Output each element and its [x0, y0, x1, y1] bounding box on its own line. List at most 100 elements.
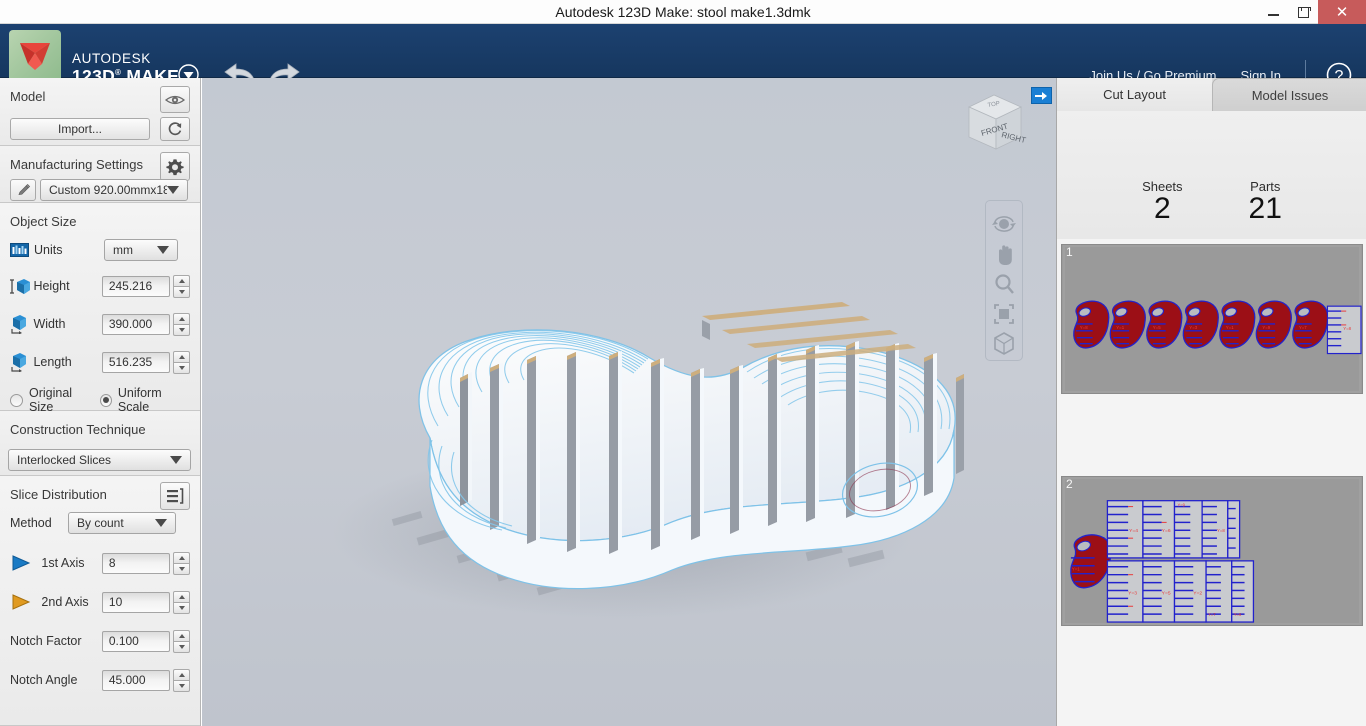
- sheet-2-layout: Y=1 Y=4 Y=6 Y=9 Y=8 Y=3 Y=5 Y=2 Y=7 Y=6: [1063, 477, 1361, 625]
- radio-uniform-scale[interactable]: [99, 393, 112, 407]
- tab-model-issues[interactable]: Model Issues: [1212, 78, 1366, 111]
- manufacturing-settings-button[interactable]: [160, 152, 190, 181]
- notch-factor-decrement[interactable]: [173, 640, 190, 653]
- length-decrement[interactable]: [173, 361, 190, 374]
- construction-technique-value: Interlocked Slices: [17, 453, 112, 467]
- notch-angle-increment[interactable]: [173, 668, 190, 680]
- length-cube-icon: [10, 352, 33, 372]
- height-decrement[interactable]: [173, 285, 190, 298]
- view-cube[interactable]: FRONT RIGHT TOP: [959, 91, 1029, 157]
- units-icon: [10, 243, 34, 257]
- length-label: Length: [33, 355, 72, 369]
- chevron-down-icon: [178, 566, 185, 571]
- close-button[interactable]: ✕: [1318, 0, 1366, 24]
- notch-angle-stepper[interactable]: [173, 668, 190, 692]
- chevron-down-icon: [178, 365, 185, 370]
- svg-text:Y=9: Y=9: [1262, 325, 1270, 330]
- 3d-viewport[interactable]: FRONT RIGHT TOP: [202, 78, 1056, 726]
- pan-hand-icon[interactable]: [991, 240, 1017, 268]
- height-increment[interactable]: [173, 274, 190, 286]
- second-axis-arrow-icon: [10, 594, 33, 610]
- radio-original-size[interactable]: [10, 393, 23, 407]
- maximize-button[interactable]: [1288, 0, 1318, 24]
- chevron-up-icon: [178, 672, 185, 677]
- svg-text:Y=1: Y=1: [1116, 325, 1124, 330]
- chevron-down-icon: [178, 683, 185, 688]
- zoom-magnifier-icon[interactable]: [991, 270, 1017, 298]
- height-stepper[interactable]: [173, 274, 190, 298]
- gear-icon: [166, 158, 184, 175]
- notch-factor-input[interactable]: 0.100: [101, 630, 171, 652]
- length-increment[interactable]: [173, 350, 190, 362]
- manufacturing-settings-section: Manufacturing Settings Custom 920.00mmx1…: [0, 146, 200, 203]
- svg-text:Y=1: Y=1: [1226, 325, 1234, 330]
- model-visibility-button[interactable]: [160, 86, 190, 113]
- notch-angle-decrement[interactable]: [173, 679, 190, 692]
- sheets-stat: Sheets 2: [1142, 179, 1182, 239]
- width-increment[interactable]: [173, 312, 190, 324]
- slice-list-button[interactable]: [160, 482, 190, 510]
- material-size-dropdown[interactable]: Custom 920.00mmx1840.0: [40, 179, 188, 201]
- second-axis-decrement[interactable]: [173, 601, 191, 614]
- svg-text:Y=2: Y=2: [1193, 590, 1202, 596]
- sheet-thumbnail-2[interactable]: 2 Y=1 Y=4 Y=6 Y=9 Y=8 Y=3 Y=5 Y=2 Y=7 Y=…: [1061, 476, 1363, 626]
- tab-cut-layout[interactable]: Cut Layout: [1057, 78, 1212, 111]
- model-refresh-button[interactable]: [160, 117, 190, 141]
- second-axis-increment[interactable]: [173, 590, 191, 602]
- minimize-button[interactable]: [1258, 0, 1288, 24]
- first-axis-input[interactable]: 8: [101, 552, 171, 574]
- svg-text:Y=1: Y=1: [1072, 567, 1080, 572]
- view-cube-icon[interactable]: [991, 330, 1017, 358]
- object-size-section: Object Size Units mm Height 245.216 Widt…: [0, 203, 200, 414]
- chevron-down-icon: [178, 644, 185, 649]
- first-axis-decrement[interactable]: [173, 562, 191, 575]
- pencil-icon: [17, 183, 30, 195]
- construction-technique-dropdown[interactable]: Interlocked Slices: [8, 449, 191, 471]
- second-axis-input[interactable]: 10: [101, 591, 171, 613]
- length-input[interactable]: 516.235: [101, 351, 171, 373]
- height-input[interactable]: 245.216: [101, 275, 171, 297]
- second-axis-stepper[interactable]: [173, 590, 191, 614]
- width-decrement[interactable]: [173, 323, 190, 336]
- object-size-title: Object Size: [10, 214, 77, 229]
- height-label: Height: [33, 279, 70, 293]
- width-stepper[interactable]: [173, 312, 190, 336]
- first-axis-label: 1st Axis: [41, 556, 85, 570]
- orbit-icon[interactable]: [991, 210, 1017, 238]
- first-axis-stepper[interactable]: [173, 551, 191, 575]
- original-size-option[interactable]: Original Size: [10, 386, 100, 414]
- import-button[interactable]: Import...: [10, 118, 150, 140]
- width-input[interactable]: 390.000: [101, 313, 171, 335]
- model-section: Model Import...: [0, 78, 200, 146]
- width-row: Width 390.000: [10, 309, 190, 339]
- svg-text:Y=7: Y=7: [1208, 612, 1216, 617]
- notch-factor-increment[interactable]: [173, 629, 190, 641]
- svg-text:Y=3: Y=3: [1128, 590, 1137, 596]
- app-logo-tile[interactable]: [9, 30, 61, 82]
- method-label: Method: [10, 516, 52, 530]
- fit-to-window-icon[interactable]: [991, 300, 1017, 328]
- units-dropdown[interactable]: mm: [104, 239, 178, 261]
- left-settings-panel: Model Import... Manufacturing Settings C…: [0, 78, 201, 726]
- close-icon: ✕: [1335, 3, 1349, 21]
- expand-panel-button[interactable]: [1031, 87, 1052, 104]
- edit-material-button[interactable]: [10, 179, 36, 201]
- sheet-thumbnail-1[interactable]: 1 Y=8 Y=1 Y=5 Y=3 Y=1 Y=9 Y=7 Y=8: [1061, 244, 1363, 394]
- svg-text:Y=9: Y=9: [1177, 503, 1185, 508]
- chevron-up-icon: [178, 354, 185, 359]
- width-cube-icon: [10, 314, 33, 334]
- height-cube-icon: [10, 278, 33, 295]
- slice-list-icon: [167, 488, 184, 504]
- units-label: Units: [34, 243, 63, 257]
- chevron-down-icon: [178, 327, 185, 332]
- first-axis-increment[interactable]: [173, 551, 191, 563]
- parts-value: 21: [1248, 192, 1282, 225]
- method-dropdown[interactable]: By count: [68, 512, 176, 534]
- notch-factor-stepper[interactable]: [173, 629, 190, 653]
- notch-angle-input[interactable]: 45.000: [101, 669, 171, 691]
- first-axis-row: 1st Axis 8: [10, 548, 191, 578]
- length-stepper[interactable]: [173, 350, 190, 374]
- uniform-scale-option[interactable]: Uniform Scale: [99, 386, 190, 414]
- chevron-down-icon: [155, 519, 167, 527]
- chevron-down-icon: [167, 186, 179, 194]
